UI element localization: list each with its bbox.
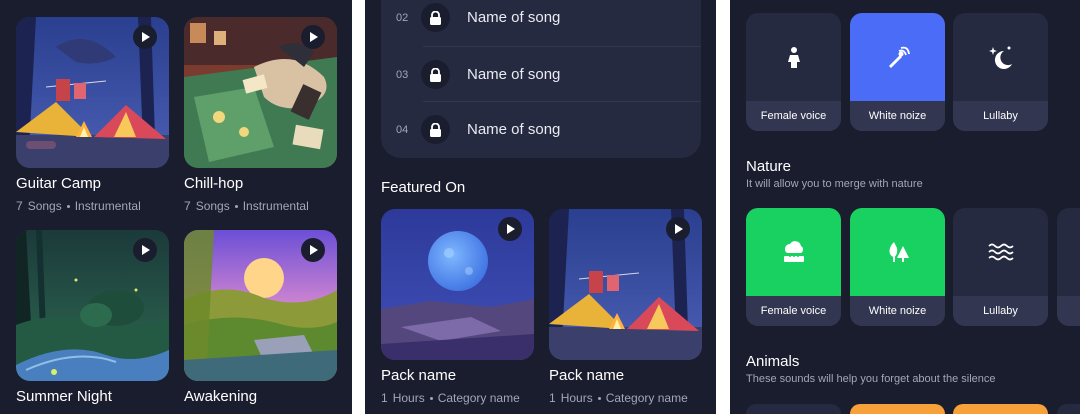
summer-night-artwork[interactable] [16,230,169,381]
card-category: Instrumental [74,199,141,213]
waves-icon [953,208,1048,296]
guitar-camp-artwork[interactable] [16,17,169,168]
tile-label: Lullaby [953,101,1048,131]
card-title: Summer Night [16,388,112,405]
play-button[interactable] [301,25,325,49]
sound-tile-animal[interactable] [1057,404,1080,414]
wand-icon [850,13,945,101]
sound-tile-lullaby[interactable]: Lullaby [953,13,1048,131]
chill-hop-artwork[interactable] [184,17,337,168]
separator-dot [234,204,238,208]
moon-pack-artwork[interactable] [381,209,534,360]
tile-label [1057,296,1080,326]
lock-icon [421,3,450,32]
sound-tile-trees[interactable]: White noize [850,208,945,326]
play-button[interactable] [301,238,325,262]
sound-tile-rain[interactable]: Female voice [746,208,841,326]
sound-tile-animal[interactable] [746,404,841,414]
pack-duration: 1 [381,391,388,405]
pack-category: Category name [437,391,520,405]
pack-category: Category name [605,391,688,405]
tile-label: Lullaby [953,296,1048,326]
play-button[interactable] [498,217,522,241]
featured-heading: Featured On [381,179,466,196]
separator-dot [66,204,70,208]
animals-heading: Animals [746,353,800,370]
moon-stars-icon [953,13,1048,101]
trees-icon [850,208,945,296]
card-title: Chill-hop [184,175,244,192]
tile-label: Female voice [746,296,841,326]
lock-icon [421,60,450,89]
card-title: Guitar Camp [16,175,102,192]
play-button[interactable] [133,238,157,262]
female-icon [746,13,841,101]
pack-name: Pack name [381,367,457,384]
awakening-artwork[interactable] [184,230,337,381]
pack-duration-unit: Hours [392,391,425,405]
pack-duration-unit: Hours [560,391,593,405]
tile-icon-area [1057,208,1080,296]
sound-tile-female-voice[interactable]: Female voice [746,13,841,131]
pack-duration: 1 [549,391,556,405]
song-count-unit: Songs [195,199,230,213]
tile-label: Female voice [746,101,841,131]
library-panel: Guitar Camp 7 Songs Instrumental Chill-h… [0,0,352,414]
play-button[interactable] [666,217,690,241]
pack-meta: 1 Hours Category name [381,391,520,405]
separator-dot [597,396,601,400]
nature-subtitle: It will allow you to merge with nature [746,178,923,190]
separator-dot [429,396,433,400]
sound-tile-animal[interactable] [850,404,945,414]
tile-label: White noize [850,101,945,131]
song-row[interactable]: 04 Name of song [381,102,701,157]
song-name: Name of song [467,9,561,26]
camp-pack-artwork[interactable] [549,209,702,360]
pack-name: Pack name [549,367,625,384]
card-meta: 7 Songs Instrumental [16,199,141,213]
song-list: 02 Name of song 03 Name of song 04 Name … [381,0,701,158]
sound-tile-waves[interactable]: Lullaby [953,208,1048,326]
sound-tile-animal[interactable] [953,404,1048,414]
song-number: 04 [396,123,409,136]
sounds-panel: Female voice White noize Lullaby Nature … [730,0,1080,414]
animals-subtitle: These sounds will help you forget about … [746,373,996,385]
rain-cloud-icon [746,208,841,296]
pack-meta: 1 Hours Category name [549,391,688,405]
song-number: 02 [396,11,409,24]
tile-label: White noize [850,296,945,326]
song-row[interactable]: 03 Name of song [381,47,701,102]
sound-tile-partial[interactable] [1057,208,1080,326]
song-count: 7 [184,199,191,213]
card-title: Awakening [184,388,258,405]
song-name: Name of song [467,121,561,138]
pack-detail-panel: 02 Name of song 03 Name of song 04 Name … [365,0,716,414]
song-number: 03 [396,68,409,81]
nature-heading: Nature [746,158,792,175]
song-name: Name of song [467,66,561,83]
card-category: Instrumental [242,199,309,213]
song-count-unit: Songs [27,199,62,213]
play-button[interactable] [133,25,157,49]
song-count: 7 [16,199,23,213]
lock-icon [421,115,450,144]
card-meta: 7 Songs Instrumental [184,199,309,213]
song-row[interactable]: 02 Name of song [381,0,701,45]
sound-tile-white-noize[interactable]: White noize [850,13,945,131]
